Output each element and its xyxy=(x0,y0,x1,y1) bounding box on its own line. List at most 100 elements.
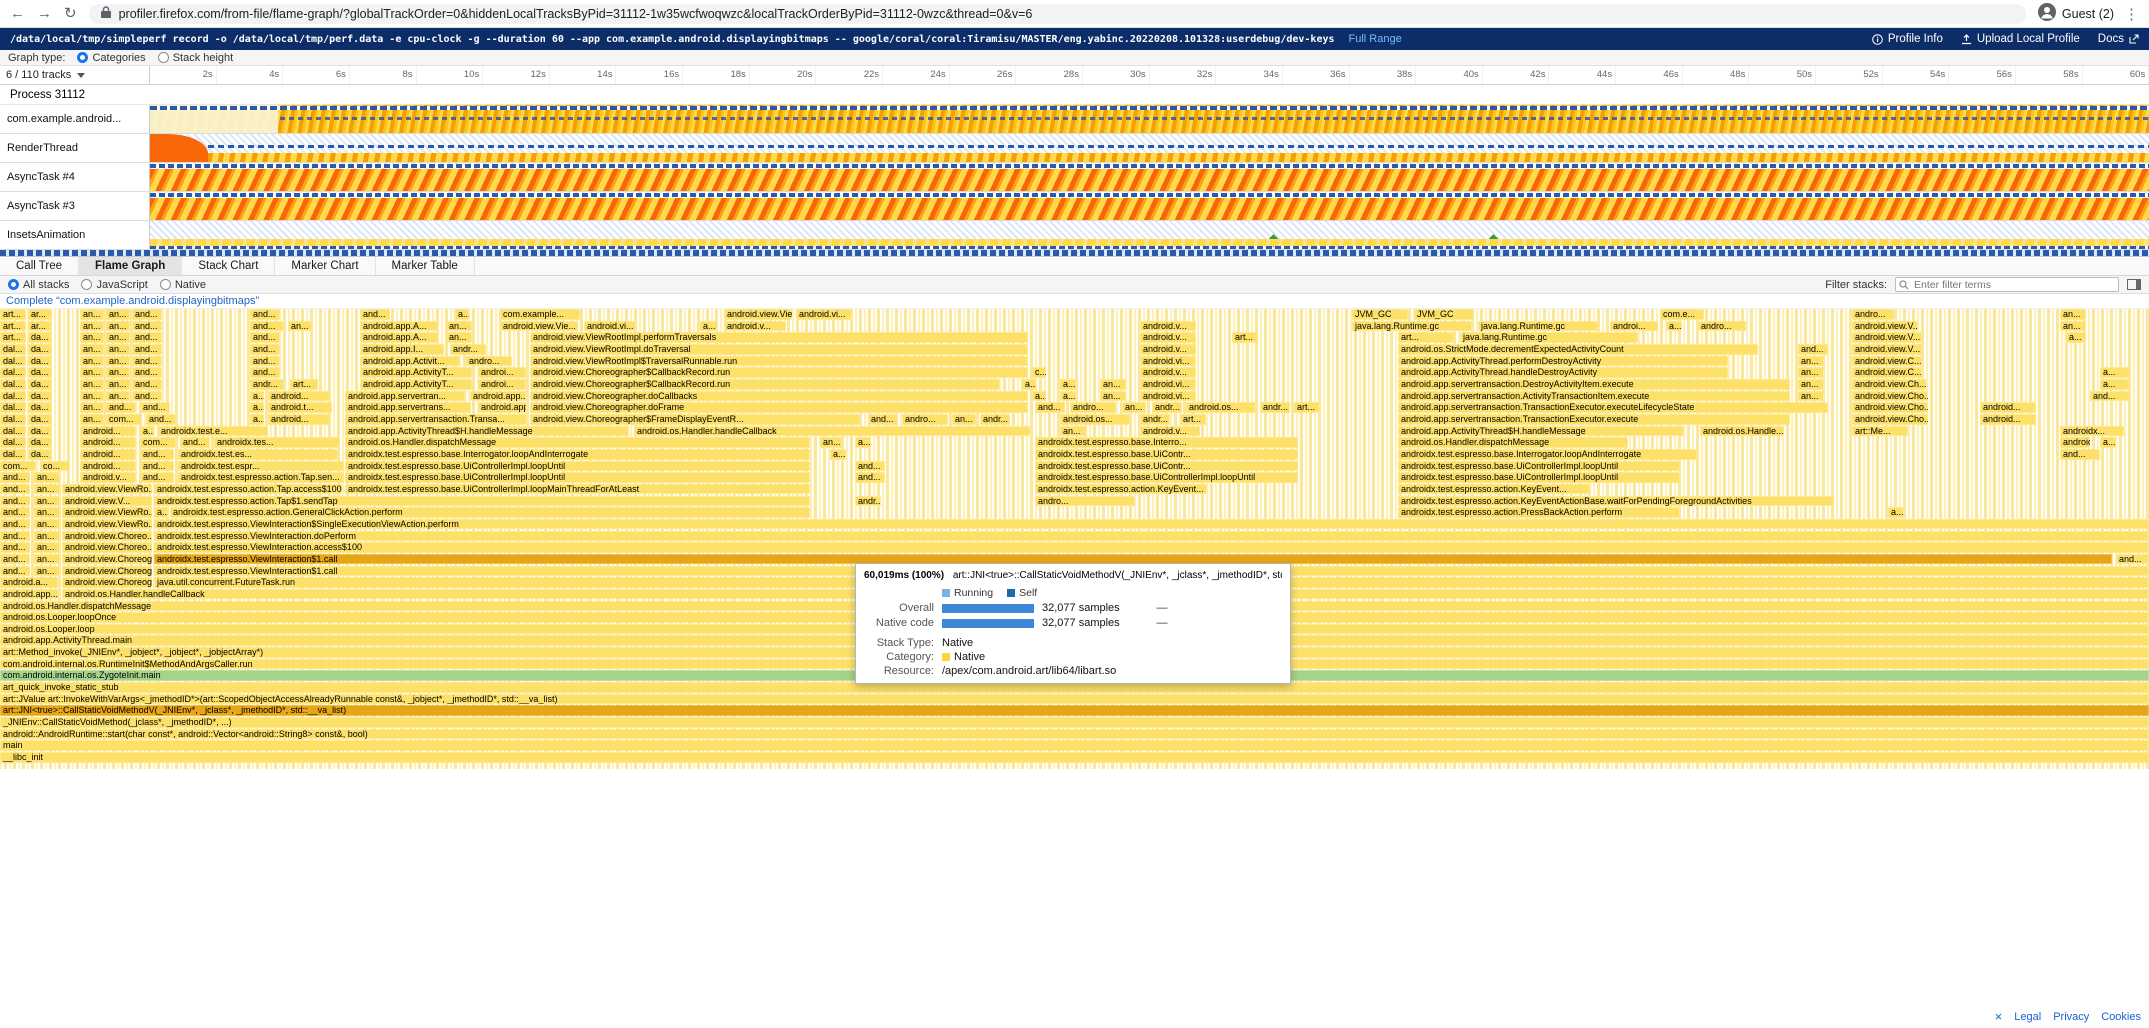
flame-node[interactable]: an... xyxy=(1060,426,1086,437)
flame-node[interactable]: andro... xyxy=(1852,309,1894,320)
flame-node[interactable]: android.view.V... xyxy=(1852,344,1922,355)
flame-node[interactable]: andr... xyxy=(450,344,486,355)
flame-node[interactable]: and... xyxy=(250,344,280,355)
flame-node[interactable]: a... xyxy=(2100,379,2130,390)
flame-node[interactable]: an... xyxy=(34,519,60,530)
privacy-link[interactable]: Privacy xyxy=(2053,1011,2089,1023)
flame-node[interactable]: androidx.test.espresso.ViewInteraction.d… xyxy=(154,531,2149,542)
flame-node[interactable]: android.view.Choreographer$CallbackRecor… xyxy=(530,379,1000,390)
flame-node[interactable]: androidx.test.espresso.base.UiController… xyxy=(1035,472,1298,483)
flame-node[interactable]: android.app.ActivityT... xyxy=(360,379,472,390)
flame-node[interactable]: andr... xyxy=(1260,402,1290,413)
flame-node[interactable]: android.view.C... xyxy=(1852,356,1922,367)
close-icon[interactable]: × xyxy=(1995,1009,2003,1024)
flame-node[interactable]: com... xyxy=(106,414,142,425)
flame-node[interactable]: and... xyxy=(0,484,30,495)
flame-node[interactable]: an... xyxy=(1798,367,1824,378)
flame-node[interactable]: an... xyxy=(1100,379,1126,390)
flame-node[interactable]: android.app.servertrans... xyxy=(345,402,471,413)
flame-node[interactable]: android.view.Choreographer$FrameDisplayE… xyxy=(530,414,860,425)
flame-node[interactable]: android.view.ViewRootImpl.performTravers… xyxy=(530,332,1028,343)
flame-node[interactable]: dal... xyxy=(0,344,26,355)
flame-node[interactable]: androidx.test.espresso.base.UiController… xyxy=(1398,461,1680,472)
flame-node[interactable]: art::JValue art::InvokeWithVarArgs<_jmet… xyxy=(0,694,2149,705)
flame-node[interactable]: main xyxy=(0,740,2149,751)
flame-node[interactable]: _JNIEnv::CallStaticVoidMethod(_jclass*, … xyxy=(0,717,2149,728)
flame-node[interactable]: com... xyxy=(140,437,176,448)
flame-node[interactable]: android.view.Choreo... xyxy=(62,542,152,553)
flame-node[interactable]: androidx.test.espresso.base.Interro... xyxy=(1035,437,1298,448)
flame-node[interactable]: JVM_GC xyxy=(1352,309,1408,320)
flame-node[interactable]: androidx.test.espresso.base.UiController… xyxy=(345,472,810,483)
flame-node[interactable]: com.e... xyxy=(1660,309,1704,320)
track-label-renderthread[interactable]: RenderThread xyxy=(0,134,150,162)
track-graph-main-thread[interactable] xyxy=(150,105,2149,133)
flame-node[interactable]: c... xyxy=(1032,367,1046,378)
tab-marker-table[interactable]: Marker Table xyxy=(376,257,475,275)
flame-node[interactable]: art... xyxy=(0,309,26,320)
flame-node[interactable]: androidx.test.espresso.action.KeyEvent..… xyxy=(1398,484,1590,495)
flame-node[interactable]: android.view.V... xyxy=(1852,321,1918,332)
flame-node[interactable]: and... xyxy=(250,332,280,343)
flame-node[interactable]: androidx.test.espresso.base.UiController… xyxy=(345,484,810,495)
flame-node[interactable]: dal... xyxy=(0,449,26,460)
flame-node[interactable]: da... xyxy=(28,426,52,437)
tab-flame-graph[interactable]: Flame Graph xyxy=(79,257,182,275)
flame-node[interactable]: java.lang.Runtime.gc xyxy=(1460,332,1638,343)
process-header[interactable]: Process 31112 xyxy=(0,85,2149,105)
flame-node[interactable]: an... xyxy=(80,379,104,390)
cookies-link[interactable]: Cookies xyxy=(2101,1011,2141,1023)
flame-node[interactable]: a... xyxy=(250,391,264,402)
flame-node[interactable]: art... xyxy=(1180,414,1206,425)
flame-node[interactable]: androidx.test.espresso.base.UiController… xyxy=(345,461,810,472)
flame-node[interactable]: an... xyxy=(1798,391,1824,402)
flame-node[interactable]: an... xyxy=(80,321,104,332)
flame-node[interactable]: android.app.servertran... xyxy=(345,391,465,402)
flame-node[interactable]: and... xyxy=(0,496,30,507)
tab-marker-chart[interactable]: Marker Chart xyxy=(275,257,375,275)
flame-node[interactable]: android.app... xyxy=(478,402,526,413)
flame-node[interactable]: and... xyxy=(132,379,162,390)
flame-node[interactable]: android.vi... xyxy=(1140,391,1196,402)
flame-node[interactable]: android.a... xyxy=(0,577,58,588)
flame-node[interactable]: java.lang.Runtime.gc xyxy=(1352,321,1472,332)
flame-node[interactable]: android.os... xyxy=(1186,402,1256,413)
flame-node[interactable]: an... xyxy=(106,391,130,402)
flame-node[interactable]: com... xyxy=(0,461,36,472)
flame-node[interactable]: JVM_GC xyxy=(1414,309,1474,320)
flame-node[interactable]: an... xyxy=(80,356,104,367)
flame-node[interactable]: androidx.test.espresso.action.Tap$1.send… xyxy=(154,496,810,507)
flame-node[interactable]: android.view.ViewRootImpl$TraversalRunna… xyxy=(530,356,1028,367)
flame-node[interactable]: ar... xyxy=(28,321,52,332)
flame-node[interactable]: an... xyxy=(34,531,60,542)
flame-node[interactable]: an... xyxy=(34,542,60,553)
track-graph-renderthread[interactable] xyxy=(150,134,2149,162)
flame-node[interactable]: android.view.Vie... xyxy=(724,309,792,320)
flame-node[interactable]: android.app.ActivityThread$H.handleMessa… xyxy=(345,426,629,437)
flame-node[interactable]: android.view.Choreographer$CallbackRecor… xyxy=(530,367,1028,378)
flame-node[interactable]: a... xyxy=(1060,391,1076,402)
flame-node[interactable]: android.view.ViewRo... xyxy=(62,519,152,530)
flame-node[interactable]: android.view.Choreographer.doFrame xyxy=(530,402,1028,413)
flame-node[interactable]: an... xyxy=(1122,402,1146,413)
flame-node[interactable]: a... xyxy=(1060,379,1076,390)
flame-node[interactable]: and... xyxy=(0,519,30,530)
flame-node[interactable]: android... xyxy=(80,437,136,448)
flame-node[interactable]: an... xyxy=(2060,321,2086,332)
flame-node[interactable]: and... xyxy=(140,449,174,460)
flame-node[interactable]: an... xyxy=(34,554,60,565)
flame-node[interactable]: a... xyxy=(1888,507,1904,518)
flame-node[interactable]: and... xyxy=(855,472,885,483)
flame-node[interactable]: art::JNI<true>::CallStaticVoidMethodV(_J… xyxy=(0,705,2149,716)
flame-node[interactable]: androidx.test.espresso.action.Tap.access… xyxy=(154,484,342,495)
flame-node[interactable]: a... xyxy=(140,426,154,437)
reload-icon[interactable]: ↻ xyxy=(64,6,77,21)
flame-node[interactable]: da... xyxy=(28,344,52,355)
flame-node[interactable]: andr... xyxy=(855,496,881,507)
flame-node[interactable]: da... xyxy=(28,356,52,367)
flame-node[interactable]: androidx.test.espresso.base.UiContr... xyxy=(1035,449,1298,460)
flame-node[interactable]: android.view.Cho... xyxy=(1852,402,1928,413)
flame-node[interactable]: android.app.ActivityThread.performDestro… xyxy=(1398,356,1728,367)
flame-node[interactable]: androidx.test.es... xyxy=(178,449,338,460)
flame-node[interactable]: and... xyxy=(0,472,30,483)
